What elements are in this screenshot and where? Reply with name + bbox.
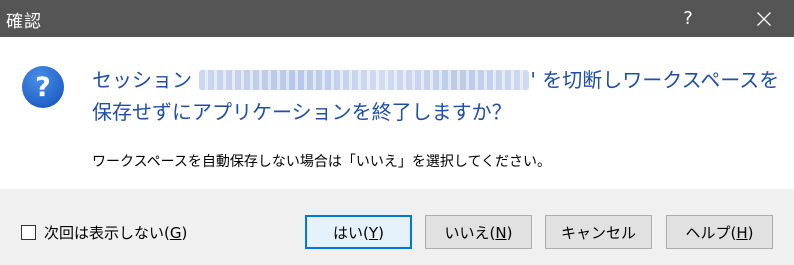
dont-show-again-checkbox[interactable]: 次回は表示しない(G) [21, 222, 187, 243]
main-instruction: セッション ' を切断しワークスペースを保存せずにアプリケーションを終了しますか… [92, 64, 782, 128]
help-label: ヘルプ(H) [685, 223, 754, 242]
checkbox-box[interactable] [21, 225, 36, 240]
help-button[interactable]: ヘルプ(H) [666, 215, 773, 249]
close-button[interactable] [734, 0, 794, 37]
checkbox-label[interactable]: 次回は表示しない(G) [44, 222, 187, 243]
confirm-dialog: 確認 ? ? セッション ' を切断しワークスペースを保存せずにアプリケーション… [0, 0, 794, 265]
help-icon: ? [683, 8, 693, 29]
cancel-button[interactable]: キャンセル [545, 215, 652, 249]
message-area: ? セッション ' を切断しワークスペースを保存せずにアプリケーションを終了しま… [0, 37, 794, 189]
question-icon: ? [22, 66, 64, 108]
instruction-prefix: セッション [92, 68, 199, 92]
close-icon [757, 11, 771, 26]
window-title: 確認 [6, 12, 42, 32]
title-bar: 確認 ? [0, 0, 794, 37]
no-label: いいえ(N) [444, 223, 513, 242]
svg-text:?: ? [35, 72, 51, 103]
cancel-label: キャンセル [560, 223, 636, 242]
redacted-session-name [199, 70, 530, 90]
yes-button[interactable]: はい(Y) [305, 215, 412, 249]
help-title-button[interactable]: ? [660, 0, 716, 37]
yes-label: はい(Y) [333, 223, 384, 242]
dialog-footer: 次回は表示しない(G) はい(Y) いいえ(N) キャンセル ヘルプ(H) [0, 189, 794, 265]
no-button[interactable]: いいえ(N) [425, 215, 532, 249]
content-text: ワークスペースを自動保存しない場合は「いいえ」を選択してください。 [92, 154, 552, 170]
